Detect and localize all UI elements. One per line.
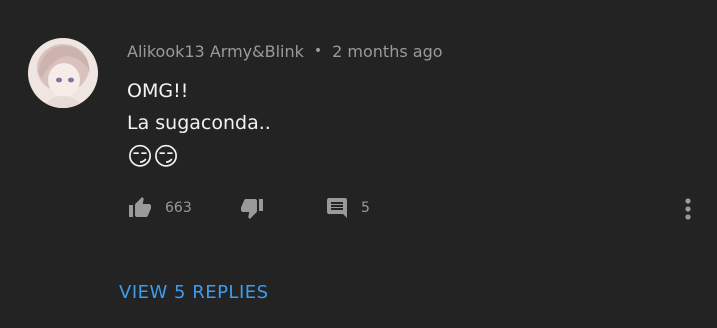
avatar[interactable] <box>28 38 98 108</box>
reply-count: 5 <box>361 200 370 216</box>
separator-dot: • <box>313 43 323 59</box>
comment-header: Alikook13 Army&Blink • 2 months ago <box>127 40 443 62</box>
reply-button[interactable]: 5 <box>325 193 370 223</box>
view-replies-link[interactable]: VIEW 5 REPLIES <box>119 282 269 303</box>
comment-text: OMG!! La sugaconda.. 😏😏 <box>127 76 271 174</box>
comment-timestamp: 2 months ago <box>332 41 443 61</box>
comment-line: La sugaconda.. <box>127 112 271 134</box>
comment-emoji: 😏😏 <box>127 142 180 171</box>
more-options-button[interactable] <box>680 196 696 222</box>
like-button[interactable]: 663 <box>127 193 192 223</box>
like-count: 663 <box>165 200 192 216</box>
comment-icon <box>327 198 347 218</box>
author-name[interactable]: Alikook13 Army&Blink <box>127 42 304 61</box>
dislike-button[interactable] <box>239 193 265 223</box>
more-vertical-icon <box>685 198 691 220</box>
thumbs-up-icon <box>129 197 151 217</box>
thumbs-down-icon <box>241 199 263 219</box>
avatar-image <box>28 38 98 108</box>
comment-line: OMG!! <box>127 80 189 102</box>
comment-card: Alikook13 Army&Blink • 2 months ago OMG!… <box>0 0 717 328</box>
